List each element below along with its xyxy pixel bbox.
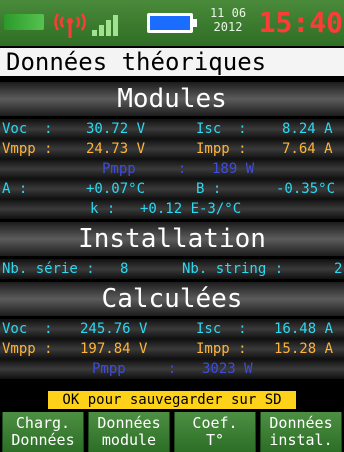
impp-label: Impp :	[196, 141, 247, 157]
a-value: +0.07°C	[86, 181, 146, 197]
pmpp-value: 189 W	[212, 161, 255, 177]
softkey-bar: Charg. Données Données module Coef. T° D…	[0, 412, 344, 452]
date-year: 2012	[213, 20, 243, 34]
voc-label: Voc :	[2, 121, 53, 137]
button-line1: Coef.	[192, 414, 238, 432]
row-installation: Nb. série : 8 Nb. string : 2	[0, 259, 344, 279]
impp-value: 7.64 A	[282, 141, 333, 157]
calc-pmpp-label: Pmpp :	[92, 361, 177, 377]
nb-serie-label: Nb. série :	[2, 261, 95, 277]
a-label: A :	[2, 181, 28, 197]
section-header-installation: Installation	[0, 222, 344, 256]
vmpp-label: Vmpp :	[2, 141, 53, 157]
voc-value: 30.72 V	[86, 121, 146, 137]
button-line2: T°	[205, 431, 225, 449]
calc-impp-label: Impp :	[196, 341, 247, 357]
clock-time: 15:40	[258, 6, 343, 39]
button-line1: Données	[97, 414, 161, 432]
button-line2: Données	[11, 431, 75, 449]
section-header-calculees: Calculées	[0, 282, 344, 316]
status-bar: 11 06 2012 15:40	[0, 0, 344, 46]
signal-bars-icon	[92, 15, 118, 36]
vmpp-value: 24.73 V	[86, 141, 146, 157]
row-modules-vmpp-impp: Vmpp : 24.73 V Impp : 7.64 A	[0, 139, 344, 159]
nb-string-value: 2	[334, 261, 343, 277]
row-calculees-vmpp-impp: Vmpp : 197.84 V Impp : 15.28 A	[0, 339, 344, 359]
isc-label: Isc :	[196, 121, 247, 137]
b-value: -0.35°C	[276, 181, 336, 197]
button-line1: Charg.	[15, 414, 71, 432]
k-value: +0.12 E-3/°C	[140, 201, 242, 217]
ok-save-sd-message[interactable]: OK pour sauvegarder sur SD	[48, 391, 296, 409]
row-modules-k: k : +0.12 E-3/°C	[0, 199, 344, 219]
donnees-instal-button[interactable]: Données instal.	[260, 412, 342, 452]
date-display: 11 06 2012	[206, 6, 250, 40]
page-title: Données théoriques	[6, 48, 267, 76]
k-label: k :	[90, 201, 116, 217]
battery-icon	[147, 13, 197, 33]
button-line1: Données	[269, 414, 333, 432]
date-day-month: 11 06	[209, 6, 247, 20]
row-modules-voc-isc: Voc : 30.72 V Isc : 8.24 A	[0, 119, 344, 139]
coef-t-button[interactable]: Coef. T°	[174, 412, 256, 452]
row-calculees-voc-isc: Voc : 245.76 V Isc : 16.48 A	[0, 319, 344, 339]
calc-vmpp-value: 197.84 V	[80, 341, 148, 357]
button-line2: module	[101, 431, 157, 449]
antenna-icon	[54, 13, 86, 38]
calc-isc-label: Isc :	[196, 321, 247, 337]
calc-vmpp-label: Vmpp :	[2, 341, 53, 357]
calc-isc-value: 16.48 A	[274, 321, 334, 337]
charg-donnees-button[interactable]: Charg. Données	[2, 412, 84, 452]
row-modules-pmpp: Pmpp : 189 W	[0, 159, 344, 179]
row-modules-a-b: A : +0.07°C B : -0.35°C	[0, 179, 344, 199]
pmpp-label: Pmpp :	[102, 161, 187, 177]
section-header-modules: Modules	[0, 82, 344, 116]
button-line2: instal.	[269, 431, 333, 449]
calc-voc-value: 245.76 V	[80, 321, 148, 337]
nb-serie-value: 8	[120, 261, 129, 277]
donnees-module-button[interactable]: Données module	[88, 412, 170, 452]
calc-pmpp-value: 3023 W	[202, 361, 253, 377]
row-calculees-pmpp: Pmpp : 3023 W	[0, 359, 344, 379]
calc-impp-value: 15.28 A	[274, 341, 334, 357]
calc-voc-label: Voc :	[2, 321, 53, 337]
nb-string-label: Nb. string :	[182, 261, 284, 277]
page-title-bar: Données théoriques	[0, 48, 344, 76]
isc-value: 8.24 A	[282, 121, 333, 137]
left-bar-icon	[4, 14, 44, 30]
b-label: B :	[196, 181, 222, 197]
